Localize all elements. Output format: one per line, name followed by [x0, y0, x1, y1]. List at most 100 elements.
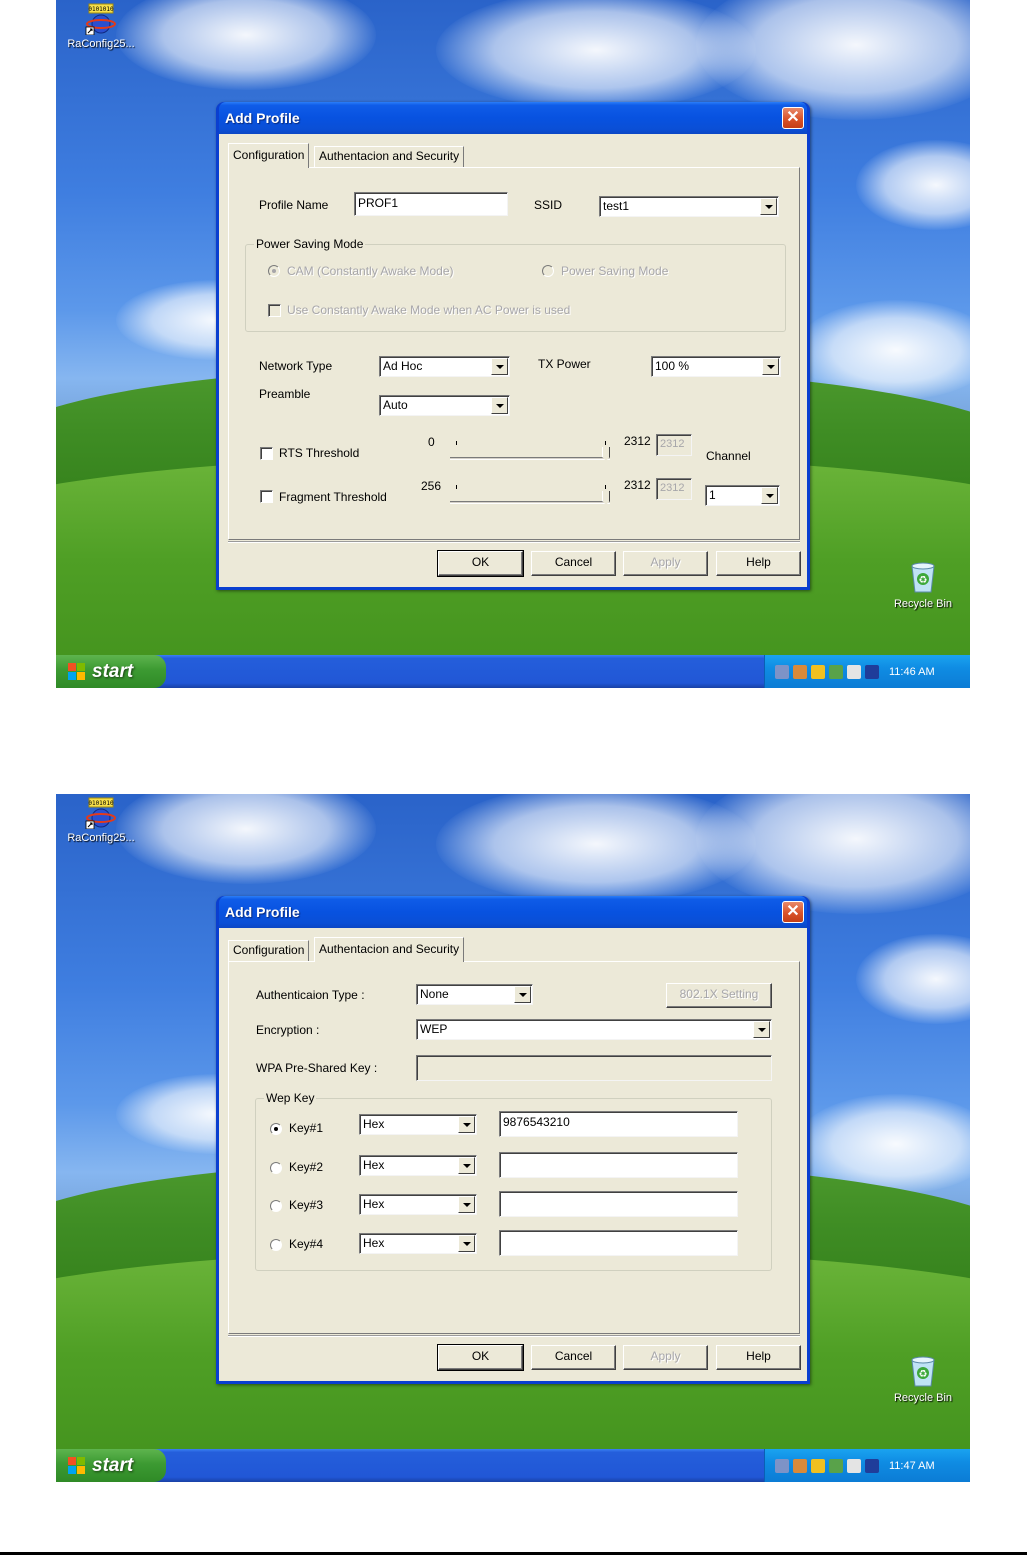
tray-app-icon[interactable]	[829, 1458, 843, 1473]
dialog-titlebar[interactable]: Add Profile ✕	[219, 102, 807, 134]
key2-radio[interactable]	[270, 1162, 282, 1174]
dialog-titlebar[interactable]: Add Profile ✕	[219, 896, 807, 928]
key4-input[interactable]	[499, 1230, 738, 1256]
network-icon[interactable]	[775, 1458, 789, 1473]
network-icon[interactable]	[775, 664, 789, 679]
raconfig-tray-icon[interactable]	[811, 1458, 825, 1473]
close-button[interactable]: ✕	[782, 901, 804, 923]
tab-configuration[interactable]: Configuration	[228, 143, 310, 168]
close-icon: ✕	[786, 109, 800, 126]
taskbar: start 11:47 AM	[56, 1449, 970, 1482]
ssid-combobox[interactable]: test1	[599, 196, 779, 217]
ok-button[interactable]: OK	[437, 1344, 524, 1371]
rts-slider-track[interactable]	[450, 457, 610, 460]
help-button[interactable]: Help	[716, 1345, 801, 1370]
key1-input[interactable]: 9876543210	[499, 1111, 738, 1137]
use-cam-checkbox[interactable]	[268, 304, 281, 317]
wpa-psk-label: WPA Pre-Shared Key :	[256, 1061, 378, 1075]
key4-radio[interactable]	[270, 1239, 282, 1251]
fragment-max-label: 2312	[624, 478, 651, 492]
recycle-bin-label: Recycle Bin	[893, 598, 953, 610]
key3-input[interactable]	[499, 1191, 738, 1217]
chevron-down-icon[interactable]	[753, 1021, 770, 1038]
chevron-down-icon[interactable]	[760, 198, 777, 215]
tray-app-icon[interactable]	[793, 1458, 807, 1473]
taskbar-clock[interactable]: 11:47 AM	[889, 1460, 935, 1472]
start-button[interactable]: start	[56, 1449, 166, 1482]
rts-threshold-checkbox[interactable]	[260, 447, 273, 460]
chevron-down-icon[interactable]	[514, 986, 531, 1003]
channel-label: Channel	[706, 449, 751, 463]
apply-button[interactable]: Apply	[623, 551, 708, 576]
channel-combobox[interactable]: 1	[705, 485, 780, 506]
tx-power-label: TX Power	[538, 357, 591, 371]
chevron-down-icon[interactable]	[458, 1157, 475, 1174]
media-play-icon[interactable]	[865, 664, 879, 679]
tray-app-icon[interactable]	[829, 664, 843, 679]
taskbar-clock[interactable]: 11:46 AM	[889, 666, 935, 678]
tab-authentication-security[interactable]: Authentacion and Security	[314, 937, 465, 962]
cancel-button[interactable]: Cancel	[531, 1345, 616, 1370]
tray-app-icon[interactable]	[793, 664, 807, 679]
raconfig-icon: 0101010	[85, 3, 117, 36]
authentication-panel: Authenticaion Type : None 802.1X Setting…	[228, 961, 800, 1334]
tx-power-combobox[interactable]: 100 %	[651, 356, 781, 377]
recycle-bin[interactable]: ♻ Recycle Bin	[886, 560, 960, 610]
preamble-label: Preamble	[259, 387, 311, 401]
key1-radio[interactable]	[270, 1123, 282, 1135]
ssid-value: test1	[603, 199, 630, 213]
use-cam-label: Use Constantly Awake Mode when AC Power …	[287, 303, 571, 317]
encryption-combobox[interactable]: WEP	[416, 1019, 772, 1040]
auth-type-label: Authenticaion Type :	[256, 988, 365, 1002]
key3-format-combobox[interactable]: Hex	[359, 1194, 477, 1215]
tray-app-icon[interactable]	[847, 664, 861, 679]
key3-radio[interactable]	[270, 1200, 282, 1212]
dot1x-setting-button[interactable]: 802.1X Setting	[666, 983, 772, 1008]
raconfig-tray-icon[interactable]	[811, 664, 825, 679]
key2-format-combobox[interactable]: Hex	[359, 1155, 477, 1176]
chevron-down-icon[interactable]	[491, 397, 508, 414]
raconfig-label: RaConfig25...	[67, 832, 135, 844]
help-button[interactable]: Help	[716, 551, 801, 576]
preamble-combobox[interactable]: Auto	[379, 395, 510, 416]
close-button[interactable]: ✕	[782, 107, 804, 129]
chevron-down-icon[interactable]	[762, 358, 779, 375]
tray-app-icon[interactable]	[847, 1458, 861, 1473]
chevron-down-icon[interactable]	[458, 1116, 475, 1133]
button-row-separator	[228, 1335, 800, 1337]
psm-radio[interactable]	[542, 265, 554, 277]
raconfig-shortcut[interactable]: 0101010 RaConfig25...	[60, 3, 142, 50]
chevron-down-icon[interactable]	[458, 1235, 475, 1252]
key2-input[interactable]	[499, 1152, 738, 1178]
chevron-down-icon[interactable]	[458, 1196, 475, 1213]
close-icon: ✕	[786, 903, 800, 920]
windows-logo-icon	[68, 1456, 86, 1475]
media-play-icon[interactable]	[865, 1458, 879, 1473]
apply-button[interactable]: Apply	[623, 1345, 708, 1370]
auth-type-combobox[interactable]: None	[416, 984, 533, 1005]
raconfig-label: RaConfig25...	[67, 38, 135, 50]
ok-button[interactable]: OK	[437, 550, 524, 577]
rts-value-field: 2312	[656, 434, 692, 456]
start-label: start	[92, 1454, 134, 1476]
network-type-combobox[interactable]: Ad Hoc	[379, 356, 510, 377]
recycle-bin-icon: ♻	[908, 560, 938, 594]
start-button[interactable]: start	[56, 655, 166, 688]
fragment-threshold-checkbox[interactable]	[260, 490, 273, 503]
taskbar: start 11:46 AM	[56, 655, 970, 688]
rts-slider-tick	[605, 441, 606, 445]
wpa-psk-input[interactable]	[416, 1055, 772, 1081]
profile-name-input[interactable]: PROF1	[354, 192, 508, 216]
raconfig-shortcut[interactable]: 0101010 RaConfig25...	[60, 797, 142, 844]
cam-radio[interactable]	[268, 265, 280, 277]
tab-configuration[interactable]: Configuration	[228, 940, 310, 961]
key1-format-combobox[interactable]: Hex	[359, 1114, 477, 1135]
recycle-bin[interactable]: ♻ Recycle Bin	[886, 1354, 960, 1404]
fragment-slider-track[interactable]	[450, 501, 610, 504]
key4-format-combobox[interactable]: Hex	[359, 1233, 477, 1254]
cancel-button[interactable]: Cancel	[531, 551, 616, 576]
key2-label: Key#2	[289, 1160, 324, 1174]
tab-authentication-security[interactable]: Authentacion and Security	[314, 146, 465, 167]
chevron-down-icon[interactable]	[761, 487, 778, 504]
chevron-down-icon[interactable]	[491, 358, 508, 375]
